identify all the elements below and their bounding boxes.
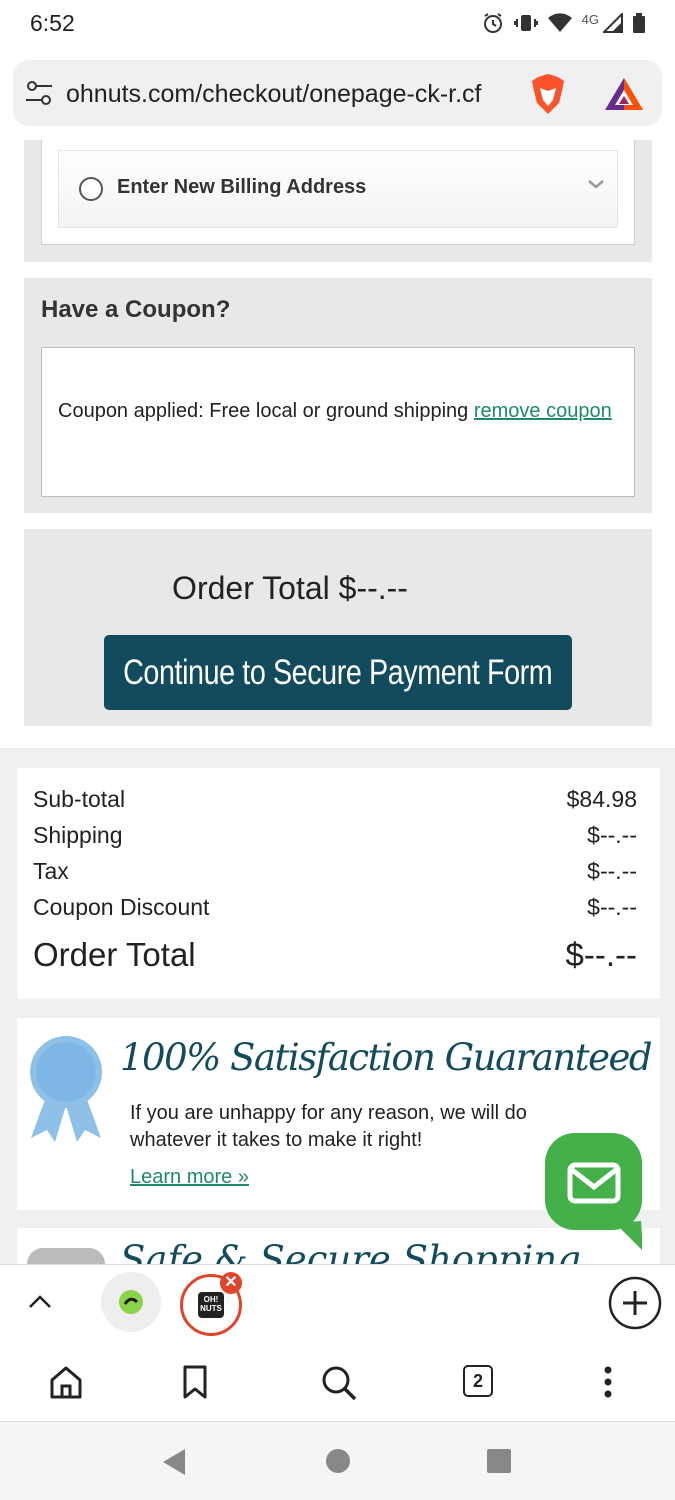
site-settings-icon[interactable] bbox=[24, 78, 54, 108]
secure-shopping-title: Safe & Secure Shopping bbox=[120, 1238, 581, 1264]
summary-value: $--.-- bbox=[587, 858, 637, 884]
brave-rewards-icon[interactable] bbox=[603, 76, 645, 112]
recents-icon[interactable] bbox=[486, 1448, 512, 1474]
new-tab-icon[interactable] bbox=[608, 1276, 662, 1330]
continue-to-payment-label: Continue to Secure Payment Form bbox=[123, 652, 553, 692]
guarantee-title: 100% Satisfaction Guaranteed bbox=[120, 1036, 653, 1079]
summary-value: $84.98 bbox=[566, 786, 637, 812]
bookmark-icon[interactable] bbox=[180, 1364, 210, 1400]
continue-to-payment-button[interactable]: Continue to Secure Payment Form bbox=[104, 635, 572, 710]
coupon-heading: Have a Coupon? bbox=[41, 296, 231, 323]
remove-coupon-link[interactable]: remove coupon bbox=[474, 400, 612, 422]
ohnuts-logo: OH! NUTS bbox=[198, 1292, 224, 1318]
learn-more-link[interactable]: Learn more » bbox=[130, 1166, 249, 1189]
summary-row-shipping: Shipping $--.-- bbox=[33, 822, 637, 849]
network-type: 4G bbox=[581, 11, 599, 27]
status-time: 6:52 bbox=[30, 10, 75, 36]
more-menu-icon[interactable] bbox=[598, 1364, 618, 1400]
coupon-applied-message: Coupon applied: Free local or ground shi… bbox=[58, 398, 618, 424]
order-total-value: $--.-- bbox=[565, 936, 637, 973]
summary-label: Shipping bbox=[33, 822, 123, 848]
summary-row-tax: Tax $--.-- bbox=[33, 858, 637, 885]
shield-icon bbox=[27, 1248, 105, 1264]
summary-value: $--.-- bbox=[587, 894, 637, 920]
summary-row-subtotal: Sub-total $84.98 bbox=[33, 786, 637, 813]
home-nav-icon[interactable] bbox=[325, 1448, 351, 1474]
search-icon[interactable] bbox=[320, 1364, 358, 1402]
close-tab-icon[interactable]: ✕ bbox=[220, 1272, 242, 1294]
summary-row-order-total: Order Total $--.-- bbox=[33, 936, 637, 974]
award-ribbon-icon bbox=[30, 1036, 102, 1142]
summary-label: Tax bbox=[33, 858, 69, 884]
new-billing-address-radio[interactable] bbox=[79, 177, 103, 201]
alarm-icon bbox=[483, 13, 502, 33]
summary-row-coupon-discount: Coupon Discount $--.-- bbox=[33, 894, 637, 921]
summary-label: Sub-total bbox=[33, 786, 126, 812]
tab-group-item-1[interactable] bbox=[101, 1272, 161, 1332]
mail-icon bbox=[567, 1162, 642, 1250]
chevron-down-icon[interactable] bbox=[584, 172, 608, 196]
battery-icon bbox=[633, 13, 645, 33]
guarantee-text: If you are unhappy for any reason, we wi… bbox=[130, 1102, 527, 1151]
back-icon[interactable] bbox=[160, 1447, 188, 1477]
brave-shields-icon[interactable] bbox=[528, 72, 568, 116]
new-billing-address-label[interactable]: Enter New Billing Address bbox=[117, 176, 366, 199]
url-text[interactable]: ohnuts.com/checkout/onepage-ck-r.cf bbox=[66, 80, 482, 109]
summary-value: $--.-- bbox=[587, 822, 637, 848]
chat-button[interactable] bbox=[545, 1133, 642, 1250]
tab-switcher-button[interactable]: 2 bbox=[463, 1365, 493, 1397]
favicon-icon bbox=[119, 1290, 143, 1314]
order-total-heading: Order Total $--.-- bbox=[172, 570, 408, 606]
coupon-applied-text: Coupon applied: Free local or ground shi… bbox=[58, 400, 469, 422]
chevron-up-icon[interactable] bbox=[26, 1290, 54, 1314]
order-total-label: Order Total bbox=[33, 936, 196, 973]
status-icons: 4G bbox=[482, 12, 645, 34]
summary-label: Coupon Discount bbox=[33, 894, 210, 920]
vibrate-icon bbox=[513, 15, 538, 31]
wifi-icon bbox=[547, 13, 572, 32]
signal-icon bbox=[603, 13, 623, 33]
home-icon[interactable] bbox=[48, 1364, 84, 1400]
